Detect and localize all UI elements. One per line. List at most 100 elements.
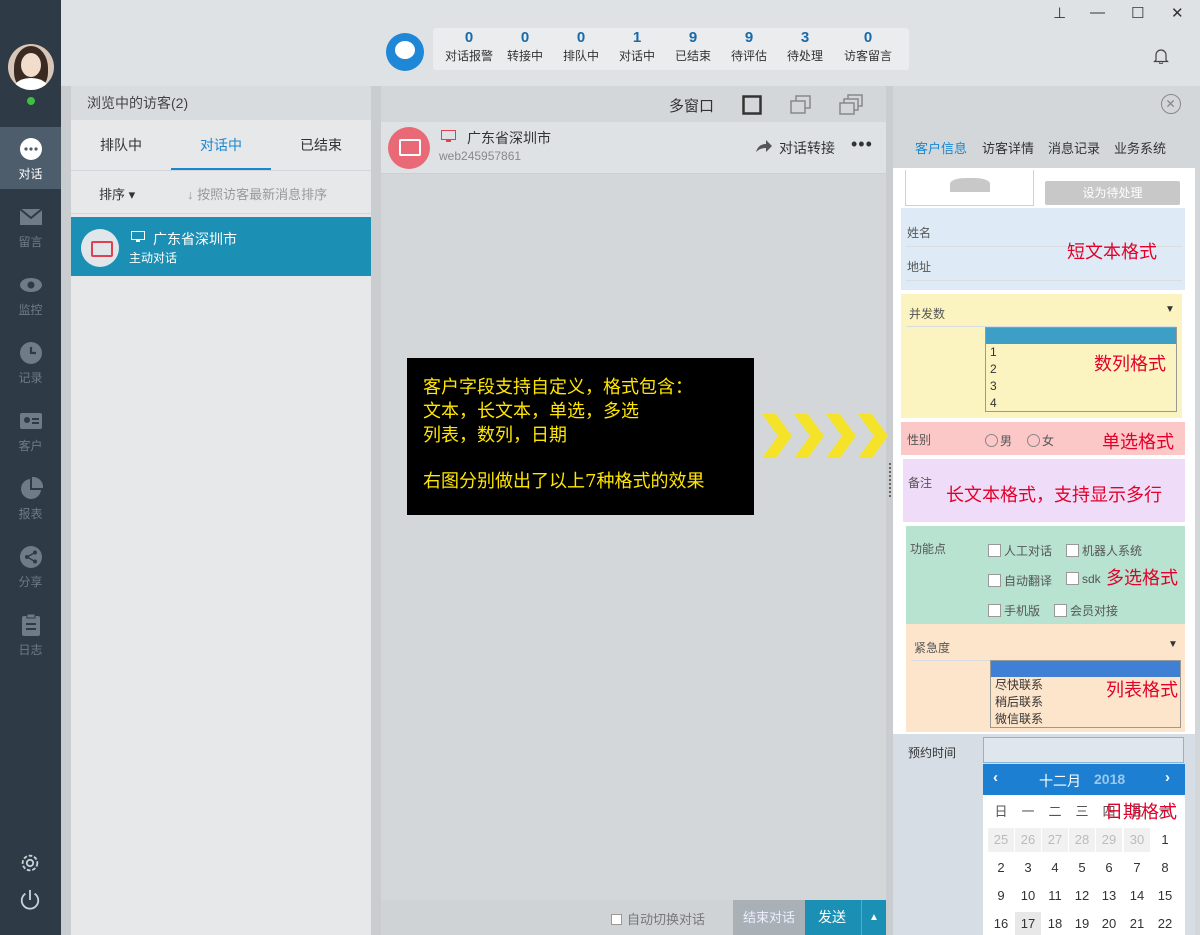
appointment-input[interactable] bbox=[983, 737, 1184, 763]
selected-option[interactable] bbox=[986, 328, 1176, 344]
calendar-day[interactable]: 4 bbox=[1042, 856, 1068, 880]
calendar-day[interactable]: 11 bbox=[1042, 884, 1068, 908]
next-month-icon[interactable]: › bbox=[1165, 769, 1170, 786]
maximize-icon[interactable]: ☐ bbox=[1131, 4, 1144, 22]
stat-to-evaluate[interactable]: 9 待评估 bbox=[721, 28, 777, 64]
tab-queueing[interactable]: 排队中 bbox=[71, 120, 171, 170]
multi-window-label[interactable]: 多窗口 bbox=[669, 95, 714, 116]
end-chat-button[interactable]: 结束对话 bbox=[733, 900, 805, 935]
resize-handle[interactable] bbox=[889, 463, 891, 497]
sort-dropdown[interactable]: 排序 ▾ bbox=[99, 184, 135, 203]
calendar-day[interactable]: 28 bbox=[1069, 828, 1095, 852]
nav-item-customer[interactable]: 客户 bbox=[0, 399, 61, 461]
tab-chatting[interactable]: 对话中 bbox=[171, 120, 271, 170]
sort-hint[interactable]: ↓ 按照访客最新消息排序 bbox=[187, 184, 327, 203]
agent-avatar[interactable] bbox=[8, 44, 54, 90]
tab-message-history[interactable]: 消息记录 bbox=[1048, 138, 1100, 157]
calendar-day[interactable]: 16 bbox=[988, 912, 1014, 935]
visitor-list-item[interactable]: 广东省深圳市 主动对话 bbox=[71, 217, 371, 276]
pin-icon[interactable]: ⊥ bbox=[1053, 4, 1066, 22]
calendar-day[interactable]: 15 bbox=[1152, 884, 1178, 908]
stat-visitor-message[interactable]: 0 访客留言 bbox=[833, 28, 903, 64]
stat-queueing[interactable]: 0 排队中 bbox=[553, 28, 609, 64]
feature-checkbox[interactable]: 手机版 bbox=[988, 602, 1040, 619]
set-pending-button[interactable]: 设为待处理 bbox=[1045, 181, 1180, 205]
stat-alarm[interactable]: 0 对话报警 bbox=[441, 28, 497, 64]
stat-transferring[interactable]: 0 转接中 bbox=[497, 28, 553, 64]
address-input[interactable] bbox=[906, 280, 1182, 281]
power-icon[interactable] bbox=[19, 889, 41, 911]
nav-item-share[interactable]: 分享 bbox=[0, 535, 61, 597]
feature-checkbox[interactable]: 人工对话 bbox=[988, 542, 1052, 559]
calendar-day[interactable]: 30 bbox=[1124, 828, 1150, 852]
calendar-day[interactable]: 20 bbox=[1096, 912, 1122, 935]
calendar-day[interactable]: 6 bbox=[1096, 856, 1122, 880]
tab-business-system[interactable]: 业务系统 bbox=[1114, 138, 1166, 157]
nav-item-record[interactable]: 记录 bbox=[0, 331, 61, 393]
number-option[interactable]: 3 bbox=[986, 378, 1176, 395]
calendar-day[interactable]: 2 bbox=[988, 856, 1014, 880]
urgency-option[interactable]: 微信联系 bbox=[991, 711, 1180, 728]
feature-checkbox[interactable]: 自动翻译 bbox=[988, 572, 1052, 589]
bell-icon[interactable] bbox=[1153, 48, 1169, 64]
calendar-day[interactable]: 7 bbox=[1124, 856, 1150, 880]
calendar-day[interactable]: 19 bbox=[1069, 912, 1095, 935]
calendar-day[interactable]: 27 bbox=[1042, 828, 1068, 852]
close-panel-icon[interactable] bbox=[1161, 94, 1181, 114]
calendar-day[interactable]: 8 bbox=[1152, 856, 1178, 880]
feature-checkbox[interactable]: sdk bbox=[1066, 572, 1101, 586]
calendar-day[interactable]: 1 bbox=[1152, 828, 1178, 852]
calendar-day[interactable]: 5 bbox=[1069, 856, 1095, 880]
calendar-day[interactable]: 18 bbox=[1042, 912, 1068, 935]
radio-male[interactable]: 男 bbox=[985, 432, 1012, 449]
tab-ended[interactable]: 已结束 bbox=[271, 120, 371, 170]
send-button[interactable]: 发送 ▲ bbox=[805, 900, 886, 935]
stat-chatting[interactable]: 1 对话中 bbox=[609, 28, 665, 64]
chat-messages-area[interactable] bbox=[381, 174, 886, 900]
date-picker: ‹ 十二月 2018 › 日一二三四五六 25 26 27 28 29 30 1 2 3 4 5 6 7 8… bbox=[983, 764, 1185, 935]
calendar-day[interactable]: 13 bbox=[1096, 884, 1122, 908]
calendar-day[interactable]: 3 bbox=[1015, 856, 1041, 880]
calendar-day[interactable]: 14 bbox=[1124, 884, 1150, 908]
tab-customer-info[interactable]: 客户信息 bbox=[915, 138, 967, 157]
selected-option[interactable] bbox=[991, 661, 1180, 677]
multi-window-icon[interactable] bbox=[839, 94, 863, 116]
calendar-year[interactable]: 2018 bbox=[1094, 771, 1125, 787]
calendar-day[interactable]: 9 bbox=[988, 884, 1014, 908]
settings-gear-icon[interactable] bbox=[19, 852, 41, 874]
calendar-day[interactable]: 25 bbox=[988, 828, 1014, 852]
calendar-day[interactable]: 12 bbox=[1069, 884, 1095, 908]
nav-item-monitor[interactable]: 监控 bbox=[0, 263, 61, 325]
nav-item-message[interactable]: 留言 bbox=[0, 195, 61, 257]
close-window-icon[interactable]: ✕ bbox=[1171, 4, 1184, 22]
chevron-down-icon[interactable]: ▼ bbox=[1165, 304, 1175, 315]
calendar-day[interactable]: 21 bbox=[1124, 912, 1150, 935]
calendar-day[interactable]: 22 bbox=[1152, 912, 1178, 935]
chevron-down-icon[interactable]: ▼ bbox=[1168, 639, 1178, 650]
calendar-day[interactable]: 29 bbox=[1096, 828, 1122, 852]
number-option[interactable]: 4 bbox=[986, 395, 1176, 412]
calendar-day[interactable]: 26 bbox=[1015, 828, 1041, 852]
share-icon bbox=[19, 546, 42, 568]
stat-pending[interactable]: 3 待处理 bbox=[777, 28, 833, 64]
calendar-day[interactable]: 10 bbox=[1015, 884, 1041, 908]
nav-item-report[interactable]: 报表 bbox=[0, 467, 61, 529]
radio-female[interactable]: 女 bbox=[1027, 432, 1054, 449]
single-window-icon[interactable] bbox=[742, 95, 762, 115]
double-window-icon[interactable] bbox=[790, 95, 812, 115]
feature-checkbox[interactable]: 会员对接 bbox=[1054, 602, 1118, 619]
auto-switch-checkbox[interactable]: 自动切换对话 bbox=[611, 909, 705, 928]
nav-item-chat[interactable]: 对话 bbox=[0, 127, 61, 189]
calendar-weekday: 一 bbox=[1021, 804, 1035, 819]
prev-month-icon[interactable]: ‹ bbox=[993, 769, 998, 786]
feature-checkbox[interactable]: 机器人系统 bbox=[1066, 542, 1142, 559]
tab-visitor-details[interactable]: 访客详情 bbox=[982, 138, 1034, 157]
transfer-button[interactable]: 对话转接 bbox=[779, 138, 835, 158]
minimize-icon[interactable]: — bbox=[1090, 4, 1105, 21]
stat-ended[interactable]: 9 已结束 bbox=[665, 28, 721, 64]
nav-item-log[interactable]: 日志 bbox=[0, 603, 61, 665]
calendar-day[interactable]: 17 bbox=[1015, 912, 1041, 935]
multi-choice-block: 功能点 人工对话 机器人系统 自动翻译 sdk 手机版 会员对接 多选格式 bbox=[906, 526, 1185, 624]
send-options-icon[interactable]: ▲ bbox=[861, 900, 886, 935]
more-options-button[interactable]: ••• bbox=[851, 134, 873, 155]
